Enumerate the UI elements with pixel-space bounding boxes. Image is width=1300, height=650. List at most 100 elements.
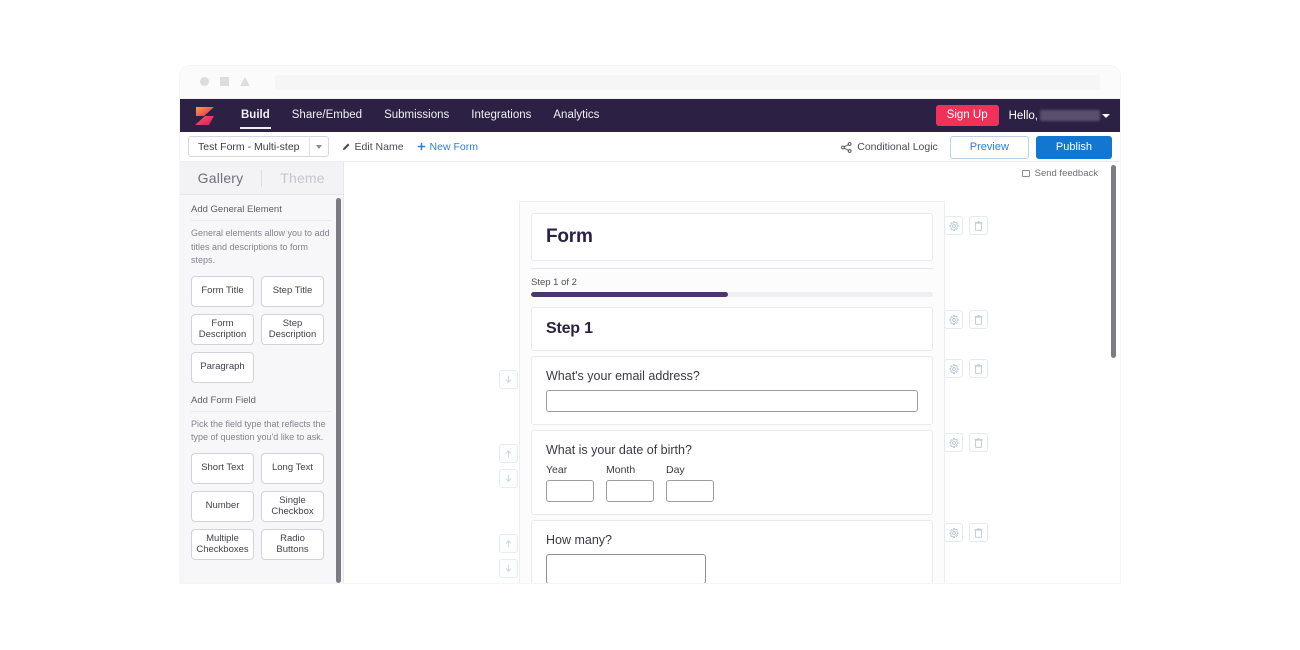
arrow-up-icon[interactable] bbox=[499, 534, 518, 553]
pencil-icon bbox=[342, 143, 350, 151]
sign-up-button[interactable]: Sign Up bbox=[935, 104, 999, 127]
form-title-actions bbox=[944, 216, 988, 235]
question-card-dob[interactable]: What is your date of birth? Year Month D… bbox=[531, 430, 933, 515]
gear-icon[interactable] bbox=[944, 216, 963, 235]
user-menu[interactable]: Hello, bbox=[1009, 110, 1110, 122]
arrow-down-icon[interactable] bbox=[499, 469, 518, 488]
square-icon[interactable] bbox=[220, 77, 229, 86]
move-actions-dob bbox=[499, 444, 518, 488]
month-label: Month bbox=[606, 464, 636, 476]
address-bar[interactable] bbox=[275, 75, 1100, 90]
question-block-how-many: How many? bbox=[499, 520, 988, 583]
form-title-block: Form bbox=[531, 213, 988, 261]
arrow-up-icon[interactable] bbox=[499, 444, 518, 463]
date-row: Year Month Day bbox=[546, 464, 918, 502]
feedback-icon bbox=[1021, 170, 1030, 177]
trash-icon[interactable] bbox=[969, 523, 988, 542]
nav-link-analytics[interactable]: Analytics bbox=[542, 100, 610, 131]
progress-divider bbox=[531, 268, 933, 269]
edit-name-button[interactable]: Edit Name bbox=[342, 141, 404, 153]
conditional-logic-button[interactable]: Conditional Logic bbox=[841, 141, 938, 153]
section-description-form-field: Pick the field type that reflects the ty… bbox=[191, 418, 326, 443]
question-block-email: What's your email address? bbox=[499, 356, 988, 425]
step-title-card[interactable]: Step 1 bbox=[531, 307, 933, 351]
question-actions-dob bbox=[944, 433, 988, 452]
form-title-card[interactable]: Form bbox=[531, 213, 933, 261]
tab-gallery[interactable]: Gallery bbox=[180, 170, 261, 186]
preview-button[interactable]: Preview bbox=[949, 135, 1029, 159]
top-navigation-bar: Build Share/Embed Submissions Integratio… bbox=[180, 99, 1120, 132]
gear-icon[interactable] bbox=[944, 523, 963, 542]
progress-track bbox=[531, 292, 933, 297]
z-logo-icon[interactable] bbox=[192, 103, 218, 129]
chip-form-title[interactable]: Form Title bbox=[191, 275, 254, 307]
month-input[interactable] bbox=[606, 480, 654, 502]
gear-icon[interactable] bbox=[944, 433, 963, 452]
gear-icon[interactable] bbox=[944, 359, 963, 378]
chip-long-text[interactable]: Long Text bbox=[261, 452, 324, 484]
email-input[interactable] bbox=[546, 390, 918, 412]
chip-number[interactable]: Number bbox=[191, 490, 254, 522]
nav-link-integrations[interactable]: Integrations bbox=[460, 100, 542, 131]
triangle-icon[interactable] bbox=[240, 77, 250, 86]
move-actions-email bbox=[499, 370, 518, 389]
edit-name-label: Edit Name bbox=[354, 140, 404, 153]
chip-form-description[interactable]: Form Description bbox=[191, 313, 254, 345]
step-title-actions bbox=[944, 310, 988, 329]
chip-paragraph[interactable]: Paragraph bbox=[191, 351, 254, 383]
new-form-button[interactable]: New Form bbox=[417, 141, 478, 153]
sidebar-tabs: Gallery Theme bbox=[180, 162, 343, 195]
circle-icon[interactable] bbox=[200, 77, 209, 86]
gear-icon[interactable] bbox=[944, 310, 963, 329]
form-canvas: Send feedback Form Step 1 of 2 Step 1 Wh… bbox=[344, 162, 1120, 583]
chip-step-description[interactable]: Step Description bbox=[261, 313, 324, 345]
chip-step-title[interactable]: Step Title bbox=[261, 275, 324, 307]
sidebar-scrollbar[interactable] bbox=[336, 198, 341, 583]
nav-link-share-embed[interactable]: Share/Embed bbox=[281, 100, 373, 131]
chip-multiple-checkboxes[interactable]: Multiple Checkboxes bbox=[191, 528, 254, 560]
chip-short-text[interactable]: Short Text bbox=[191, 452, 254, 484]
arrow-down-icon[interactable] bbox=[499, 559, 518, 578]
progress-fill bbox=[531, 292, 728, 297]
publish-button[interactable]: Publish bbox=[1035, 135, 1112, 159]
trash-icon[interactable] bbox=[969, 216, 988, 235]
user-name-redacted bbox=[1040, 110, 1100, 121]
form-selector-dropdown[interactable]: Test Form - Multi-step bbox=[188, 136, 329, 157]
day-input[interactable] bbox=[666, 480, 714, 502]
conditional-logic-label: Conditional Logic bbox=[857, 141, 938, 153]
chip-single-checkbox[interactable]: Single Checkbox bbox=[261, 490, 324, 522]
question-label-how-many: How many? bbox=[546, 533, 612, 547]
trash-icon[interactable] bbox=[969, 433, 988, 452]
question-card-how-many[interactable]: How many? bbox=[531, 520, 933, 583]
trash-icon[interactable] bbox=[969, 359, 988, 378]
year-input[interactable] bbox=[546, 480, 594, 502]
date-col-year: Year bbox=[546, 464, 594, 502]
trash-icon[interactable] bbox=[969, 310, 988, 329]
nav-right-group: Sign Up Hello, bbox=[935, 99, 1110, 132]
form-selector-arrow[interactable] bbox=[308, 137, 328, 156]
chevron-down-icon bbox=[1102, 113, 1110, 118]
day-label: Day bbox=[666, 464, 685, 476]
form-field-chips: Short Text Long Text Number Single Check… bbox=[191, 452, 332, 560]
arrow-down-icon[interactable] bbox=[499, 370, 518, 389]
section-title-form-field: Add Form Field bbox=[191, 395, 332, 412]
how-many-input[interactable] bbox=[546, 554, 706, 583]
nav-link-build[interactable]: Build bbox=[230, 100, 281, 131]
form-selector-value: Test Form - Multi-step bbox=[198, 140, 300, 153]
question-block-dob: What is your date of birth? Year Month D… bbox=[499, 430, 988, 515]
sidebar-content: Add General Element General elements all… bbox=[180, 195, 343, 583]
section-title-general-element: Add General Element bbox=[191, 204, 332, 221]
question-card-email[interactable]: What's your email address? bbox=[531, 356, 933, 425]
step-title-block: Step 1 bbox=[531, 307, 988, 351]
new-form-label: New Form bbox=[429, 140, 478, 153]
step-title-text: Step 1 bbox=[546, 320, 593, 337]
send-feedback-button[interactable]: Send feedback bbox=[1021, 168, 1098, 179]
hello-label: Hello, bbox=[1008, 109, 1038, 122]
tab-theme[interactable]: Theme bbox=[262, 170, 343, 186]
plus-icon bbox=[417, 142, 425, 151]
nav-link-submissions[interactable]: Submissions bbox=[373, 100, 460, 131]
window-controls bbox=[200, 77, 250, 86]
browser-chrome bbox=[180, 66, 1120, 99]
chip-radio-buttons[interactable]: Radio Buttons bbox=[261, 528, 324, 560]
canvas-scrollbar[interactable] bbox=[1111, 165, 1116, 358]
